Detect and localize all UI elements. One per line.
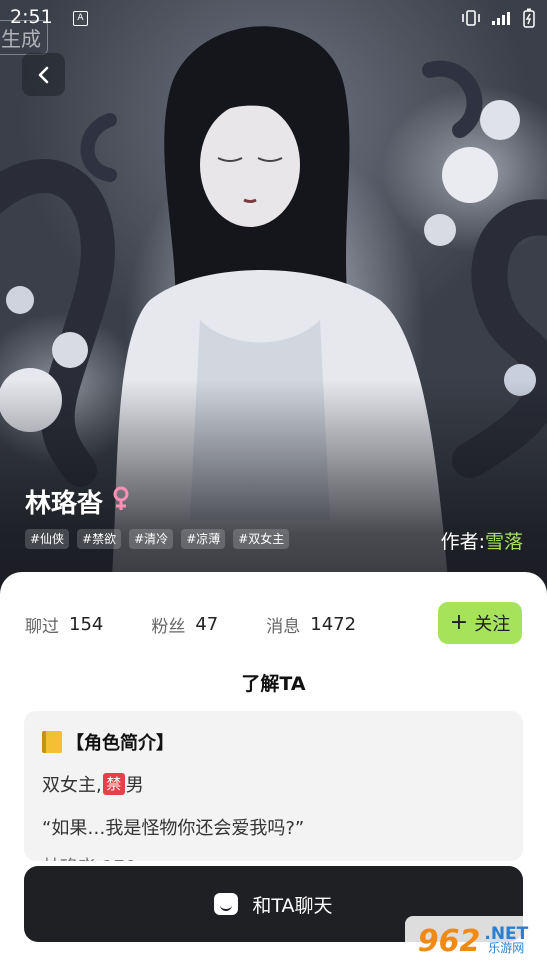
status-icons — [461, 8, 535, 32]
chat-button-label: 和TA聊天 — [252, 894, 333, 917]
intro-line1-before: 双女主, — [42, 775, 102, 796]
character-name-row: 林珞沓 — [25, 483, 131, 520]
watermark-site: 乐游网 — [488, 941, 525, 955]
female-gender-icon — [111, 486, 131, 518]
author-name[interactable]: 雪落 — [485, 527, 523, 554]
watermark-number: 962 — [417, 923, 481, 959]
intro-quote: “如果…我是怪物你还会爱我吗?” — [42, 818, 305, 839]
notification-a-icon: A — [73, 11, 88, 26]
back-button[interactable] — [22, 53, 65, 96]
battery-icon — [523, 8, 535, 32]
overlay-text: 生成 — [0, 20, 48, 55]
tag-item[interactable]: #清冷 — [129, 529, 174, 549]
status-bar: 2:51 A — [0, 0, 547, 36]
chevron-left-icon — [38, 66, 48, 83]
stat-messages: 消息 1472 — [266, 612, 356, 637]
section-title: 了解TA — [241, 673, 306, 695]
intro-heading-row: 【角色简介】 — [42, 729, 174, 755]
stat-chatted-label: 聊过 — [25, 617, 59, 637]
follow-button[interactable]: + 关注 — [438, 602, 522, 644]
watermark-net: .NET — [484, 924, 529, 944]
ban-badge: 禁 — [102, 773, 125, 795]
notebook-icon — [42, 731, 62, 753]
chat-bubble-icon — [214, 893, 239, 915]
intro-line: 双女主, 禁 男 — [42, 771, 144, 797]
author-label: 作者: — [440, 531, 485, 553]
author-info[interactable]: 作者: 雪落 — [441, 527, 523, 554]
character-name: 林珞沓 — [25, 489, 104, 519]
follow-label: 关注 — [474, 614, 511, 635]
stat-messages-value: 1472 — [310, 614, 357, 635]
plus-icon: + — [449, 610, 469, 635]
stat-fans: 粉丝 47 — [151, 612, 218, 637]
intro-heading: 【角色简介】 — [66, 733, 174, 754]
intro-line-partial: 林珞沓:170 — [42, 853, 136, 861]
intro-line1-after: 男 — [125, 775, 144, 796]
tag-item[interactable]: #仙侠 — [25, 529, 70, 549]
stat-fans-label: 粉丝 — [151, 617, 186, 637]
detail-sheet: 聊过 154 粉丝 47 消息 1472 + 关注 了解TA 【角色简介】 双女… — [0, 572, 547, 972]
stat-chatted-value: 154 — [69, 614, 104, 635]
watermark-text: .NET 乐游网 — [484, 924, 529, 956]
tag-item[interactable]: #禁欲 — [77, 529, 122, 549]
signal-icon — [491, 10, 513, 30]
intro-card[interactable]: 【角色简介】 双女主, 禁 男 “如果…我是怪物你还会爱我吗?” 林珞沓:170 — [24, 711, 523, 861]
tag-list: #仙侠 #禁欲 #清冷 #凉薄 #双女主 — [25, 529, 290, 549]
site-watermark-logo: 962 .NET 乐游网 — [405, 916, 541, 966]
vibrate-icon — [461, 10, 481, 30]
stat-fans-value: 47 — [195, 614, 219, 635]
stat-messages-label: 消息 — [266, 617, 301, 637]
stats-row: 聊过 154 粉丝 47 消息 1472 — [25, 612, 404, 637]
stat-chatted: 聊过 154 — [25, 612, 103, 637]
tag-item[interactable]: #双女主 — [233, 529, 290, 549]
tag-item[interactable]: #凉薄 — [181, 529, 226, 549]
